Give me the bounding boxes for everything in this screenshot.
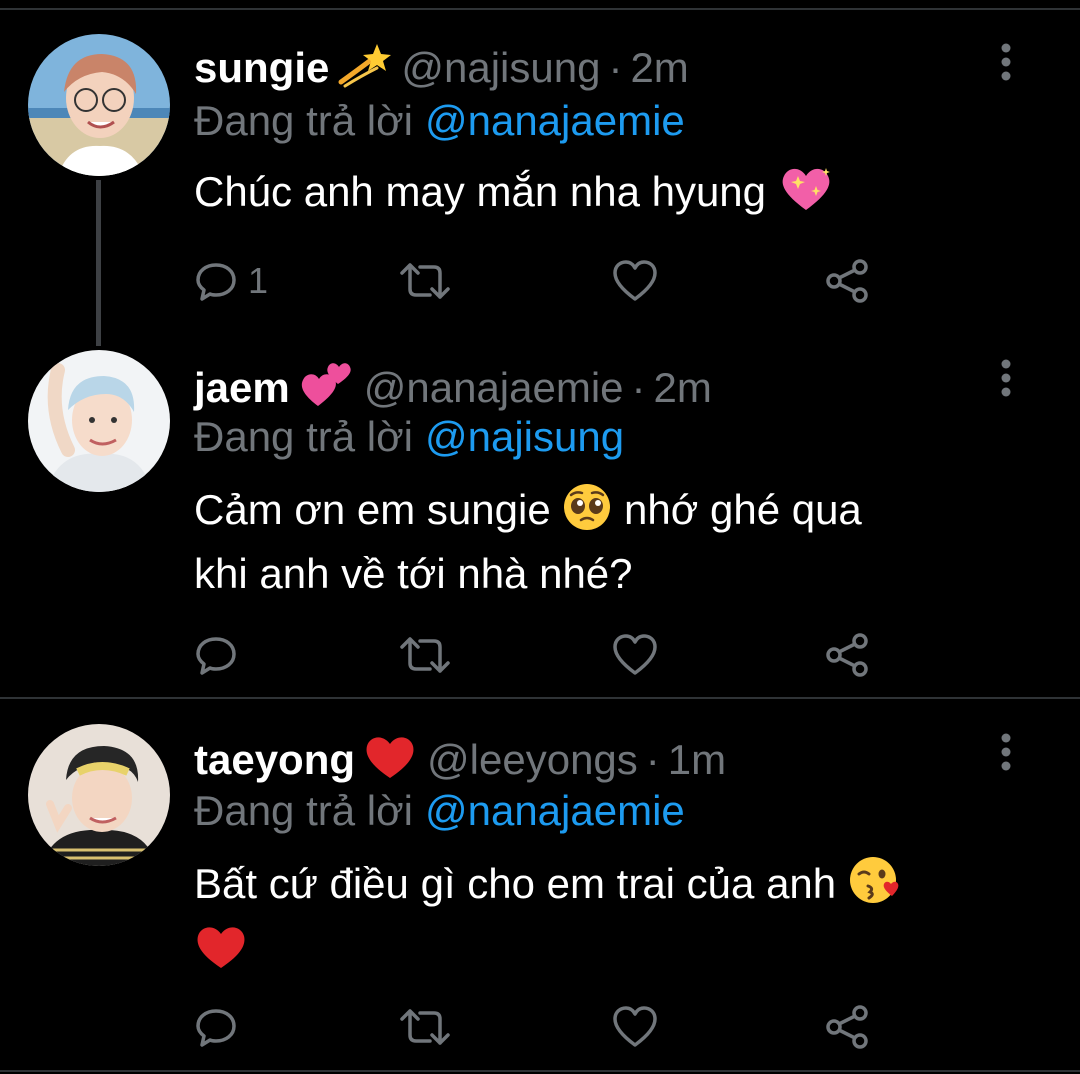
display-name[interactable]: sungie: [194, 44, 329, 91]
sparkling-heart-icon: [778, 164, 834, 228]
heart-icon: [613, 1006, 657, 1047]
like-button[interactable]: [612, 1004, 658, 1050]
timestamp[interactable]: 2m: [630, 44, 688, 91]
share-button[interactable]: [824, 1004, 870, 1050]
mention-link[interactable]: @nanajaemie: [425, 787, 685, 834]
tweet-actions: 1: [194, 258, 894, 304]
share-icon: [826, 259, 868, 303]
tweet-header: taeyong @leeyongs · 1m: [194, 732, 726, 787]
mention-link[interactable]: @nanajaemie: [425, 97, 685, 144]
more-options-icon[interactable]: [992, 732, 1020, 776]
mention-link[interactable]: @najisung: [425, 413, 624, 460]
retweet-button[interactable]: [400, 258, 450, 304]
thread-connector: [96, 180, 101, 346]
share-icon: [826, 1005, 868, 1049]
bottom-divider: [0, 1070, 1080, 1072]
pleading-face-icon: [562, 482, 612, 546]
dizzy-emoji-icon: [337, 42, 392, 95]
tweet-text-content: Chúc anh may mắn nha hyung: [194, 168, 767, 215]
reply-button[interactable]: 1: [194, 258, 268, 304]
tweet-text: Chúc anh may mắn nha hyung: [194, 164, 1014, 228]
reply-icon: [196, 1009, 236, 1047]
timestamp[interactable]: 1m: [668, 736, 726, 783]
retweet-icon: [400, 637, 450, 673]
red-heart-icon: [194, 922, 248, 984]
replying-to: Đang trả lời @najisung: [194, 416, 624, 458]
red-heart-icon: [363, 732, 417, 787]
user-handle[interactable]: @leeyongs: [427, 736, 638, 783]
replying-to: Đang trả lời @nanajaemie: [194, 790, 685, 832]
tweet-text-part3: khi anh về tới nhà nhé?: [194, 550, 633, 597]
retweet-icon: [400, 1009, 450, 1045]
separator-dot: ·: [645, 736, 660, 783]
share-button[interactable]: [824, 258, 870, 304]
tweet-header: sungie @najisung · 2m: [194, 42, 689, 95]
user-handle[interactable]: @nanajaemie: [364, 364, 624, 411]
avatar[interactable]: [28, 34, 170, 176]
tweet-text: Cảm ơn em sungie nhớ ghé qua khi anh về …: [194, 482, 1014, 602]
tweet-text-part2: nhớ ghé qua: [624, 486, 862, 533]
more-options-icon[interactable]: [992, 42, 1020, 86]
retweet-icon: [400, 263, 450, 299]
replying-label: Đang trả lời: [194, 413, 413, 460]
separator-dot: ·: [608, 44, 623, 91]
display-name[interactable]: taeyong: [194, 736, 355, 783]
more-options-icon[interactable]: [992, 358, 1020, 402]
reply-icon: [196, 263, 236, 301]
tweet-text: Bất cứ điều gì cho em trai của anh: [194, 854, 1014, 984]
face-blowing-kiss-icon: [848, 854, 902, 920]
tweet-actions: [194, 1004, 894, 1050]
avatar[interactable]: [28, 350, 170, 492]
like-button[interactable]: [612, 632, 658, 678]
user-handle[interactable]: @najisung: [401, 44, 600, 91]
reply-icon: [196, 637, 236, 675]
reply-button[interactable]: [194, 632, 248, 678]
share-button[interactable]: [824, 632, 870, 678]
share-icon: [826, 633, 868, 677]
tweet-header: jaem @nanajaemie · 2m: [194, 358, 712, 415]
replying-to: Đang trả lời @nanajaemie: [194, 100, 685, 142]
avatar[interactable]: [28, 724, 170, 866]
replying-label: Đang trả lời: [194, 787, 413, 834]
two-hearts-icon: [298, 358, 354, 415]
top-divider: [0, 0, 1080, 10]
retweet-button[interactable]: [400, 632, 450, 678]
tweet-actions: [194, 632, 894, 678]
timestamp[interactable]: 2m: [654, 364, 712, 411]
tweet-text-part1: Cảm ơn em sungie: [194, 486, 551, 533]
thread-divider: [0, 697, 1080, 699]
separator-dot: ·: [631, 364, 646, 411]
reply-count: 1: [248, 260, 269, 301]
heart-icon: [613, 260, 657, 301]
tweet-text-content: Bất cứ điều gì cho em trai của anh: [194, 860, 837, 907]
reply-button[interactable]: [194, 1004, 248, 1050]
heart-icon: [613, 634, 657, 675]
display-name[interactable]: jaem: [194, 364, 290, 411]
retweet-button[interactable]: [400, 1004, 450, 1050]
like-button[interactable]: [612, 258, 658, 304]
replying-label: Đang trả lời: [194, 97, 413, 144]
